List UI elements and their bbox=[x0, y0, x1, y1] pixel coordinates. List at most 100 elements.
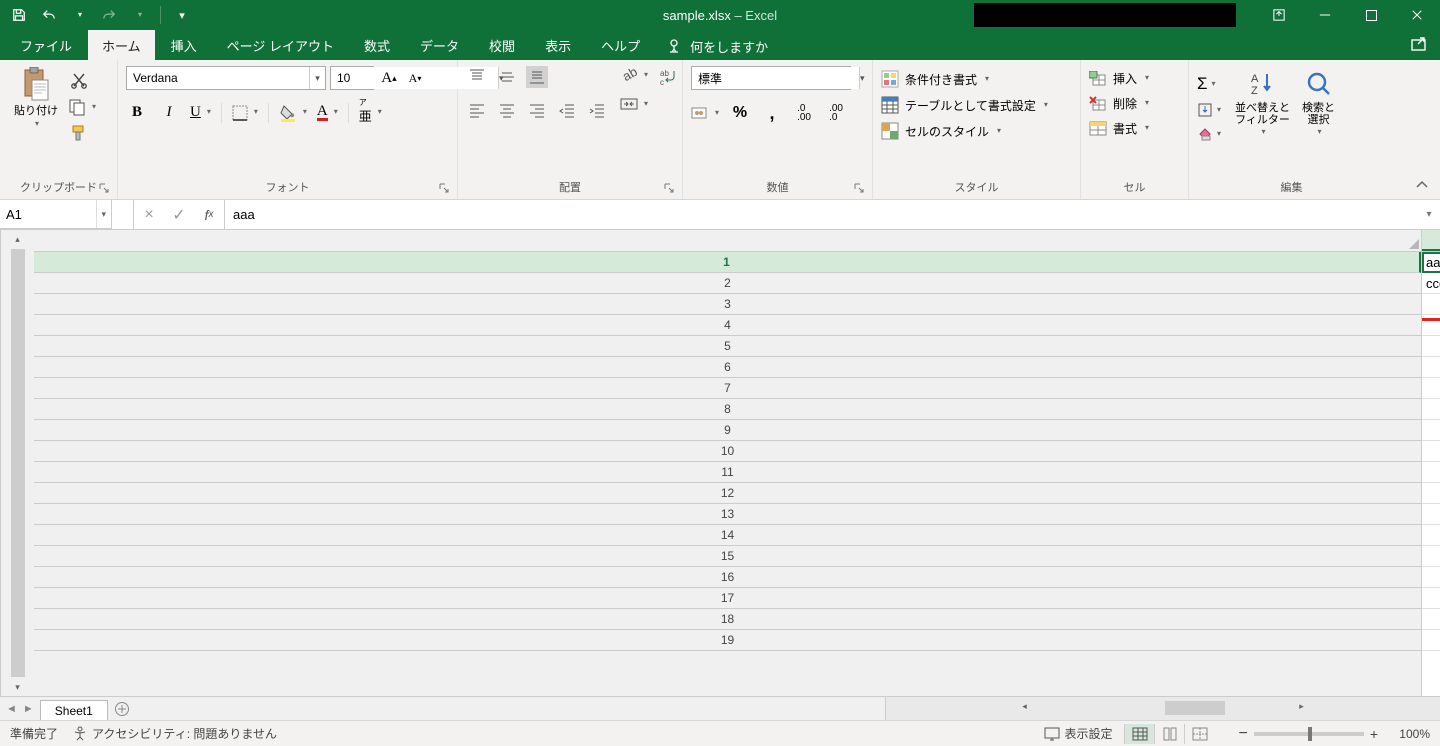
decrease-font-button[interactable]: A▾ bbox=[404, 67, 426, 89]
scroll-up-button[interactable]: ▴ bbox=[1, 230, 34, 248]
redo-dropdown[interactable]: ▾ bbox=[126, 2, 152, 28]
formula-input[interactable] bbox=[225, 200, 1418, 229]
select-all-button[interactable] bbox=[34, 230, 1422, 252]
cells-area[interactable]: aaabbbcccddd bbox=[1422, 252, 1440, 696]
cell[interactable] bbox=[1422, 420, 1440, 441]
accounting-format-button[interactable]: ▾ bbox=[691, 105, 719, 121]
cell[interactable] bbox=[1422, 504, 1440, 525]
format-cells-button[interactable]: 書式▾ bbox=[1089, 120, 1149, 137]
cell[interactable] bbox=[1422, 357, 1440, 378]
save-button[interactable] bbox=[6, 2, 32, 28]
decrease-indent-button[interactable] bbox=[556, 100, 578, 122]
name-box-input[interactable] bbox=[0, 207, 96, 222]
collapse-ribbon-button[interactable] bbox=[1414, 177, 1430, 193]
normal-view-button[interactable] bbox=[1124, 724, 1154, 744]
cell[interactable] bbox=[1422, 294, 1440, 315]
cell[interactable] bbox=[1422, 483, 1440, 504]
scroll-down-button[interactable]: ▾ bbox=[1, 678, 34, 696]
autosum-button[interactable]: Σ▾ bbox=[1197, 74, 1221, 94]
align-middle-button[interactable] bbox=[496, 66, 518, 88]
paste-button[interactable]: 貼り付け ▾ bbox=[8, 66, 64, 131]
cell[interactable] bbox=[1422, 399, 1440, 420]
sort-filter-button[interactable]: AZ 並べ替えと フィルター▾ bbox=[1229, 66, 1296, 139]
row-header[interactable]: 17 bbox=[34, 588, 1421, 609]
tab-help[interactable]: ヘルプ bbox=[587, 30, 654, 60]
redo-button[interactable] bbox=[96, 2, 122, 28]
display-settings-button[interactable]: 表示設定 bbox=[1044, 725, 1112, 742]
cell[interactable] bbox=[1422, 567, 1440, 588]
increase-decimal-button[interactable]: .0.00 bbox=[793, 102, 815, 124]
number-format-input[interactable] bbox=[692, 67, 859, 89]
tab-formulas[interactable]: 数式 bbox=[350, 30, 404, 60]
clear-button[interactable]: ▾ bbox=[1197, 126, 1221, 142]
zoom-slider[interactable] bbox=[1254, 732, 1364, 736]
cell[interactable]: aaa bbox=[1422, 252, 1440, 273]
accessibility-status[interactable]: アクセシビリティ: 問題ありません bbox=[72, 725, 277, 742]
find-select-button[interactable]: 検索と 選択▾ bbox=[1296, 66, 1341, 139]
align-bottom-button[interactable] bbox=[526, 66, 548, 88]
fill-color-button[interactable]: ▾ bbox=[279, 104, 307, 122]
ribbon-display-options-button[interactable] bbox=[1256, 0, 1302, 30]
row-header[interactable]: 18 bbox=[34, 609, 1421, 630]
minimize-button[interactable] bbox=[1302, 0, 1348, 30]
cell[interactable] bbox=[1422, 588, 1440, 609]
zoom-thumb[interactable] bbox=[1308, 727, 1312, 741]
bold-button[interactable]: B bbox=[126, 102, 148, 124]
cell[interactable] bbox=[1422, 609, 1440, 630]
align-right-button[interactable] bbox=[526, 100, 548, 122]
name-box[interactable]: ▾ bbox=[0, 200, 112, 229]
cell[interactable] bbox=[1422, 441, 1440, 462]
zoom-out-button[interactable]: − bbox=[1238, 728, 1247, 740]
cell-styles-button[interactable]: セルのスタイル▾ bbox=[881, 122, 1001, 140]
row-header[interactable]: 8 bbox=[34, 399, 1421, 420]
number-launcher[interactable] bbox=[854, 183, 868, 197]
orientation-button[interactable]: ab▾ bbox=[620, 66, 648, 84]
close-button[interactable] bbox=[1394, 0, 1440, 30]
row-header[interactable]: 3 bbox=[34, 294, 1421, 315]
row-header[interactable]: 12 bbox=[34, 483, 1421, 504]
chevron-down-icon[interactable]: ▾ bbox=[859, 67, 865, 89]
cancel-formula-button[interactable]: × bbox=[134, 200, 164, 229]
increase-font-button[interactable]: A▴ bbox=[378, 67, 400, 89]
row-header[interactable]: 4 bbox=[34, 315, 1421, 336]
row-header[interactable]: 1 bbox=[34, 252, 1421, 273]
cell[interactable] bbox=[1422, 630, 1440, 651]
undo-button[interactable] bbox=[36, 2, 62, 28]
delete-cells-button[interactable]: 削除▾ bbox=[1089, 95, 1149, 112]
increase-indent-button[interactable] bbox=[586, 100, 608, 122]
format-as-table-button[interactable]: テーブルとして書式設定▾ bbox=[881, 96, 1048, 114]
undo-dropdown[interactable]: ▾ bbox=[66, 2, 92, 28]
expand-formula-bar-button[interactable]: ▾ bbox=[1418, 200, 1440, 229]
row-header[interactable]: 19 bbox=[34, 630, 1421, 651]
phonetic-button[interactable]: ア亜▾ bbox=[359, 100, 382, 125]
row-header[interactable]: 9 bbox=[34, 420, 1421, 441]
align-left-button[interactable] bbox=[466, 100, 488, 122]
share-button[interactable] bbox=[1410, 34, 1430, 54]
italic-button[interactable]: I bbox=[158, 102, 180, 124]
copy-button[interactable]: ▾ bbox=[68, 98, 96, 116]
cell[interactable] bbox=[1422, 336, 1440, 357]
row-header[interactable]: 6 bbox=[34, 357, 1421, 378]
cell[interactable] bbox=[1422, 462, 1440, 483]
vscroll-thumb[interactable] bbox=[11, 249, 25, 677]
scroll-left-button[interactable]: ◂ bbox=[886, 697, 1163, 715]
decrease-decimal-button[interactable]: .00.0 bbox=[825, 102, 847, 124]
page-break-view-button[interactable] bbox=[1184, 724, 1214, 744]
sheet-nav-prev[interactable]: ◄ bbox=[6, 703, 17, 715]
merge-center-button[interactable]: ▾ bbox=[620, 96, 648, 112]
font-name-combo[interactable]: ▾ bbox=[126, 66, 326, 90]
insert-cells-button[interactable]: 挿入▾ bbox=[1089, 70, 1149, 87]
font-name-input[interactable] bbox=[127, 67, 309, 89]
cell[interactable] bbox=[1422, 315, 1440, 336]
sheet-tab[interactable]: Sheet1 bbox=[40, 700, 108, 720]
page-layout-view-button[interactable] bbox=[1154, 724, 1184, 744]
row-header[interactable]: 15 bbox=[34, 546, 1421, 567]
tab-review[interactable]: 校閲 bbox=[475, 30, 529, 60]
number-format-combo[interactable]: ▾ bbox=[691, 66, 851, 90]
row-header[interactable]: 14 bbox=[34, 525, 1421, 546]
row-header[interactable]: 2 bbox=[34, 273, 1421, 294]
row-header[interactable]: 10 bbox=[34, 441, 1421, 462]
new-sheet-button[interactable] bbox=[108, 697, 136, 720]
tab-file[interactable]: ファイル bbox=[6, 30, 86, 60]
hscroll-thumb[interactable] bbox=[1165, 701, 1225, 715]
